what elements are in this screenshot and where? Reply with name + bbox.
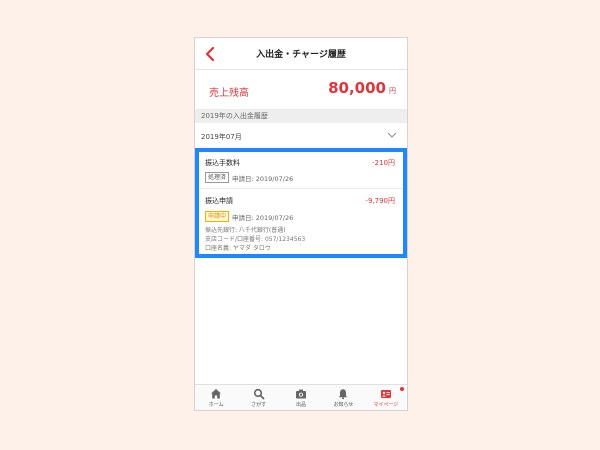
tab-home[interactable]: ホーム bbox=[195, 385, 237, 410]
camera-icon bbox=[296, 389, 307, 399]
tab-mypage[interactable]: マイページ bbox=[365, 385, 407, 410]
tab-bar: ホーム さがす 出品 お知らせ マイページ bbox=[195, 384, 407, 410]
balance-amount: 80,000 bbox=[328, 79, 386, 97]
tab-search[interactable]: さがす bbox=[237, 385, 279, 410]
tab-label: ホーム bbox=[208, 402, 224, 408]
chevron-down-icon bbox=[387, 132, 397, 138]
home-icon bbox=[211, 389, 222, 399]
tab-label: さがす bbox=[251, 402, 267, 408]
month-select-value: 2019年07月 bbox=[201, 133, 242, 141]
balance-label: 売上残高 bbox=[209, 88, 249, 99]
tab-label: お知らせ bbox=[333, 402, 354, 408]
tab-label: マイページ bbox=[373, 402, 399, 408]
tab-notifications[interactable]: お知らせ bbox=[322, 385, 364, 410]
history-section-title: 2019年の入出金履歴 bbox=[201, 112, 268, 120]
bell-icon bbox=[339, 389, 348, 400]
page-title: 入出金・チャージ履歴 bbox=[256, 50, 346, 60]
sales-balance: 売上残高 80,000 円 bbox=[195, 70, 407, 110]
notification-dot bbox=[400, 387, 405, 391]
tab-listing[interactable]: 出品 bbox=[280, 385, 322, 410]
search-icon bbox=[253, 388, 265, 400]
nav-bar: 入出金・チャージ履歴 bbox=[195, 38, 407, 70]
balance-unit: 円 bbox=[389, 87, 396, 95]
history-section-header: 2019年の入出金履歴 bbox=[195, 110, 407, 123]
highlight-box bbox=[195, 148, 407, 258]
tab-label: 出品 bbox=[296, 402, 307, 408]
profile-card-icon bbox=[380, 390, 391, 398]
month-select[interactable]: 2019年07月 bbox=[195, 123, 407, 149]
